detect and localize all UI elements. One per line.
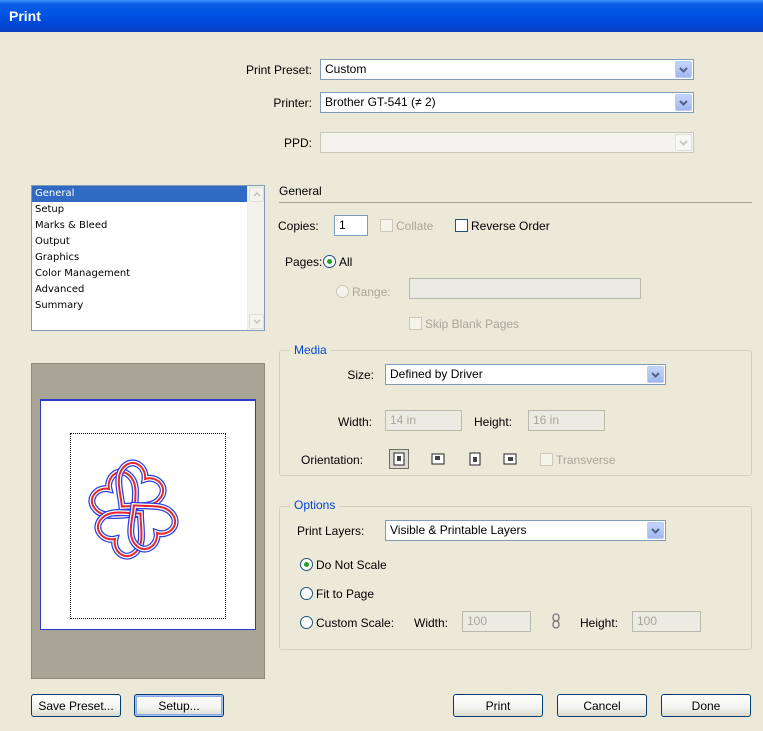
pages-all-radio[interactable] (323, 255, 336, 268)
reverse-landscape-icon (503, 453, 517, 465)
chevron-down-icon (651, 371, 660, 378)
size-label: Size: (347, 368, 374, 382)
size-select[interactable]: Defined by Driver (385, 364, 666, 385)
reverse-portrait-icon (469, 452, 481, 466)
print-dialog: Print Print Preset: Custom Printer: Brot… (0, 0, 763, 731)
chevron-down-icon (651, 527, 660, 534)
transverse-checkbox (540, 453, 553, 466)
pages-range-label: Range: (352, 285, 391, 299)
category-item-advanced[interactable]: Advanced (32, 282, 264, 298)
transverse-label: Transverse (556, 453, 616, 467)
category-item-summary[interactable]: Summary (32, 298, 264, 314)
skip-blank-pages-label: Skip Blank Pages (425, 317, 520, 331)
portrait-icon (393, 452, 405, 466)
section-heading-general: General (279, 184, 322, 198)
orientation-reverse-portrait-button[interactable] (465, 449, 485, 469)
orientation-label: Orientation: (301, 453, 364, 467)
scale-width-input: 100 (462, 611, 531, 632)
scale-height-input: 100 (632, 611, 701, 632)
artwork-hearts-preview (75, 449, 195, 589)
media-width-label: Width: (338, 415, 373, 429)
constrain-proportions-button[interactable] (549, 611, 563, 631)
size-dropdown-button[interactable] (647, 366, 664, 383)
print-button[interactable]: Print (453, 694, 543, 717)
category-items: General Setup Marks & Bleed Output Graph… (32, 186, 264, 314)
dialog-content: Print Preset: Custom Printer: Brother GT… (0, 32, 763, 731)
category-item-setup[interactable]: Setup (32, 202, 264, 218)
category-list: General Setup Marks & Bleed Output Graph… (31, 185, 265, 331)
chevron-down-icon (252, 319, 261, 324)
options-legend: Options (290, 498, 340, 512)
copies-input[interactable]: 1 (334, 215, 368, 236)
print-layers-select[interactable]: Visible & Printable Layers (385, 520, 666, 541)
ppd-dropdown-button (675, 134, 692, 151)
category-scrollbar[interactable] (247, 186, 264, 330)
setup-button[interactable]: Setup... (134, 694, 224, 717)
print-preset-dropdown-button[interactable] (675, 61, 692, 78)
print-preset-value: Custom (325, 62, 367, 76)
orientation-landscape-button[interactable] (428, 449, 448, 469)
orientation-portrait-button[interactable] (389, 449, 409, 469)
ppd-label: PPD: (283, 136, 312, 150)
fit-to-page-radio[interactable] (300, 587, 313, 600)
size-value: Defined by Driver (390, 367, 483, 381)
chain-link-icon (552, 613, 560, 629)
window-title: Print (9, 8, 41, 24)
landscape-icon (431, 453, 445, 465)
save-preset-button[interactable]: Save Preset... (31, 694, 121, 717)
media-height-input: 16 in (528, 410, 605, 431)
do-not-scale-radio[interactable] (300, 558, 313, 571)
done-button[interactable]: Done (661, 694, 751, 717)
do-not-scale-label: Do Not Scale (316, 558, 387, 572)
print-layers-label: Print Layers: (297, 524, 365, 538)
orientation-reverse-landscape-button[interactable] (500, 449, 520, 469)
media-width-input: 14 in (385, 410, 462, 431)
category-item-output[interactable]: Output (32, 234, 264, 250)
media-legend: Media (290, 343, 331, 357)
pages-label: Pages: (285, 255, 323, 269)
collate-checkbox (380, 219, 393, 232)
category-item-general[interactable]: General (32, 186, 264, 202)
ppd-select (320, 132, 694, 153)
printer-dropdown-button[interactable] (675, 94, 692, 111)
printer-value: Brother GT-541 (≠ 2) (325, 95, 436, 109)
preview-page (40, 399, 256, 630)
pages-all-label: All (339, 255, 353, 269)
custom-scale-label: Custom Scale: (316, 616, 395, 630)
pages-range-radio (336, 285, 349, 298)
scroll-up-button[interactable] (249, 187, 264, 202)
printer-label: Printer: (273, 96, 312, 110)
media-height-label: Height: (474, 415, 513, 429)
chevron-up-icon (252, 192, 261, 197)
scroll-down-button[interactable] (249, 314, 264, 329)
print-preset-label: Print Preset: (245, 63, 312, 77)
custom-scale-radio[interactable] (300, 616, 313, 629)
fit-to-page-label: Fit to Page (316, 587, 375, 601)
printer-select[interactable]: Brother GT-541 (≠ 2) (320, 92, 694, 113)
print-preview (31, 363, 265, 679)
scale-width-label: Width: (414, 616, 449, 630)
reverse-order-checkbox[interactable] (455, 219, 468, 232)
title-bar: Print (0, 0, 763, 32)
section-divider (279, 202, 752, 203)
category-item-graphics[interactable]: Graphics (32, 250, 264, 266)
chevron-down-icon (679, 66, 688, 73)
chevron-down-icon (679, 99, 688, 106)
skip-blank-pages-checkbox (409, 317, 422, 330)
cancel-button[interactable]: Cancel (557, 694, 647, 717)
copies-label: Copies: (278, 219, 319, 233)
pages-range-input (409, 278, 641, 299)
category-item-color-management[interactable]: Color Management (32, 266, 264, 282)
chevron-down-icon (679, 139, 688, 146)
print-layers-dropdown-button[interactable] (647, 522, 664, 539)
print-layers-value: Visible & Printable Layers (390, 523, 527, 537)
scale-height-label: Height: (580, 616, 619, 630)
reverse-order-label: Reverse Order (471, 219, 550, 233)
category-item-marks-bleed[interactable]: Marks & Bleed (32, 218, 264, 234)
collate-label: Collate (396, 219, 434, 233)
print-preset-select[interactable]: Custom (320, 59, 694, 80)
